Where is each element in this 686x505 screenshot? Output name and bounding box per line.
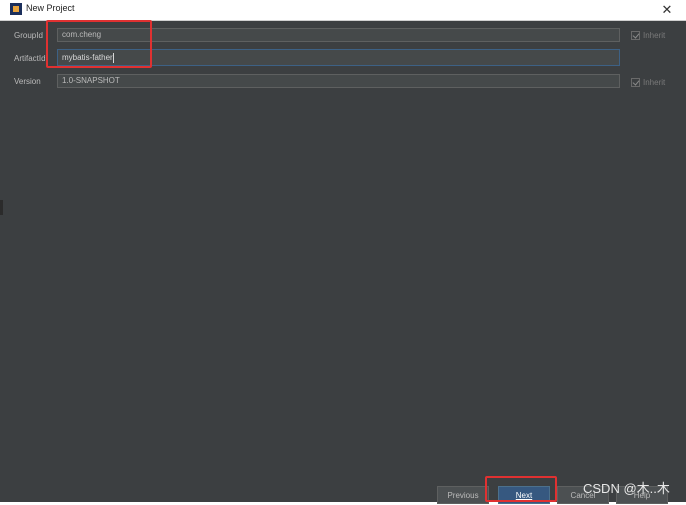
window-edge xyxy=(0,200,3,215)
title-bar: New Project ✕ xyxy=(0,0,686,21)
annotation-box-fields xyxy=(46,20,152,68)
window-title: New Project xyxy=(26,3,75,13)
annotation-box-next xyxy=(485,476,557,502)
version-inherit-checkbox[interactable]: Inherit xyxy=(631,78,666,88)
intellij-app-icon xyxy=(10,3,22,15)
checkbox-icon xyxy=(631,31,640,41)
groupid-inherit-checkbox[interactable]: Inherit xyxy=(631,31,666,41)
inherit-label: Inherit xyxy=(643,78,666,87)
artifactid-label: ArtifactId xyxy=(14,54,46,63)
version-value: 1.0-SNAPSHOT xyxy=(62,76,120,85)
new-project-dialog: New Project ✕ GroupId com.cheng Inherit … xyxy=(0,0,686,504)
checkbox-icon xyxy=(631,78,640,88)
inherit-label: Inherit xyxy=(643,31,666,40)
close-icon[interactable]: ✕ xyxy=(658,1,676,19)
version-input[interactable]: 1.0-SNAPSHOT xyxy=(57,74,620,88)
version-label: Version xyxy=(14,77,41,86)
groupid-label: GroupId xyxy=(14,31,43,40)
previous-button-label: Previous xyxy=(447,491,479,500)
csdn-watermark: CSDN @木..木 xyxy=(583,481,670,496)
previous-button[interactable]: Previous xyxy=(437,486,489,504)
